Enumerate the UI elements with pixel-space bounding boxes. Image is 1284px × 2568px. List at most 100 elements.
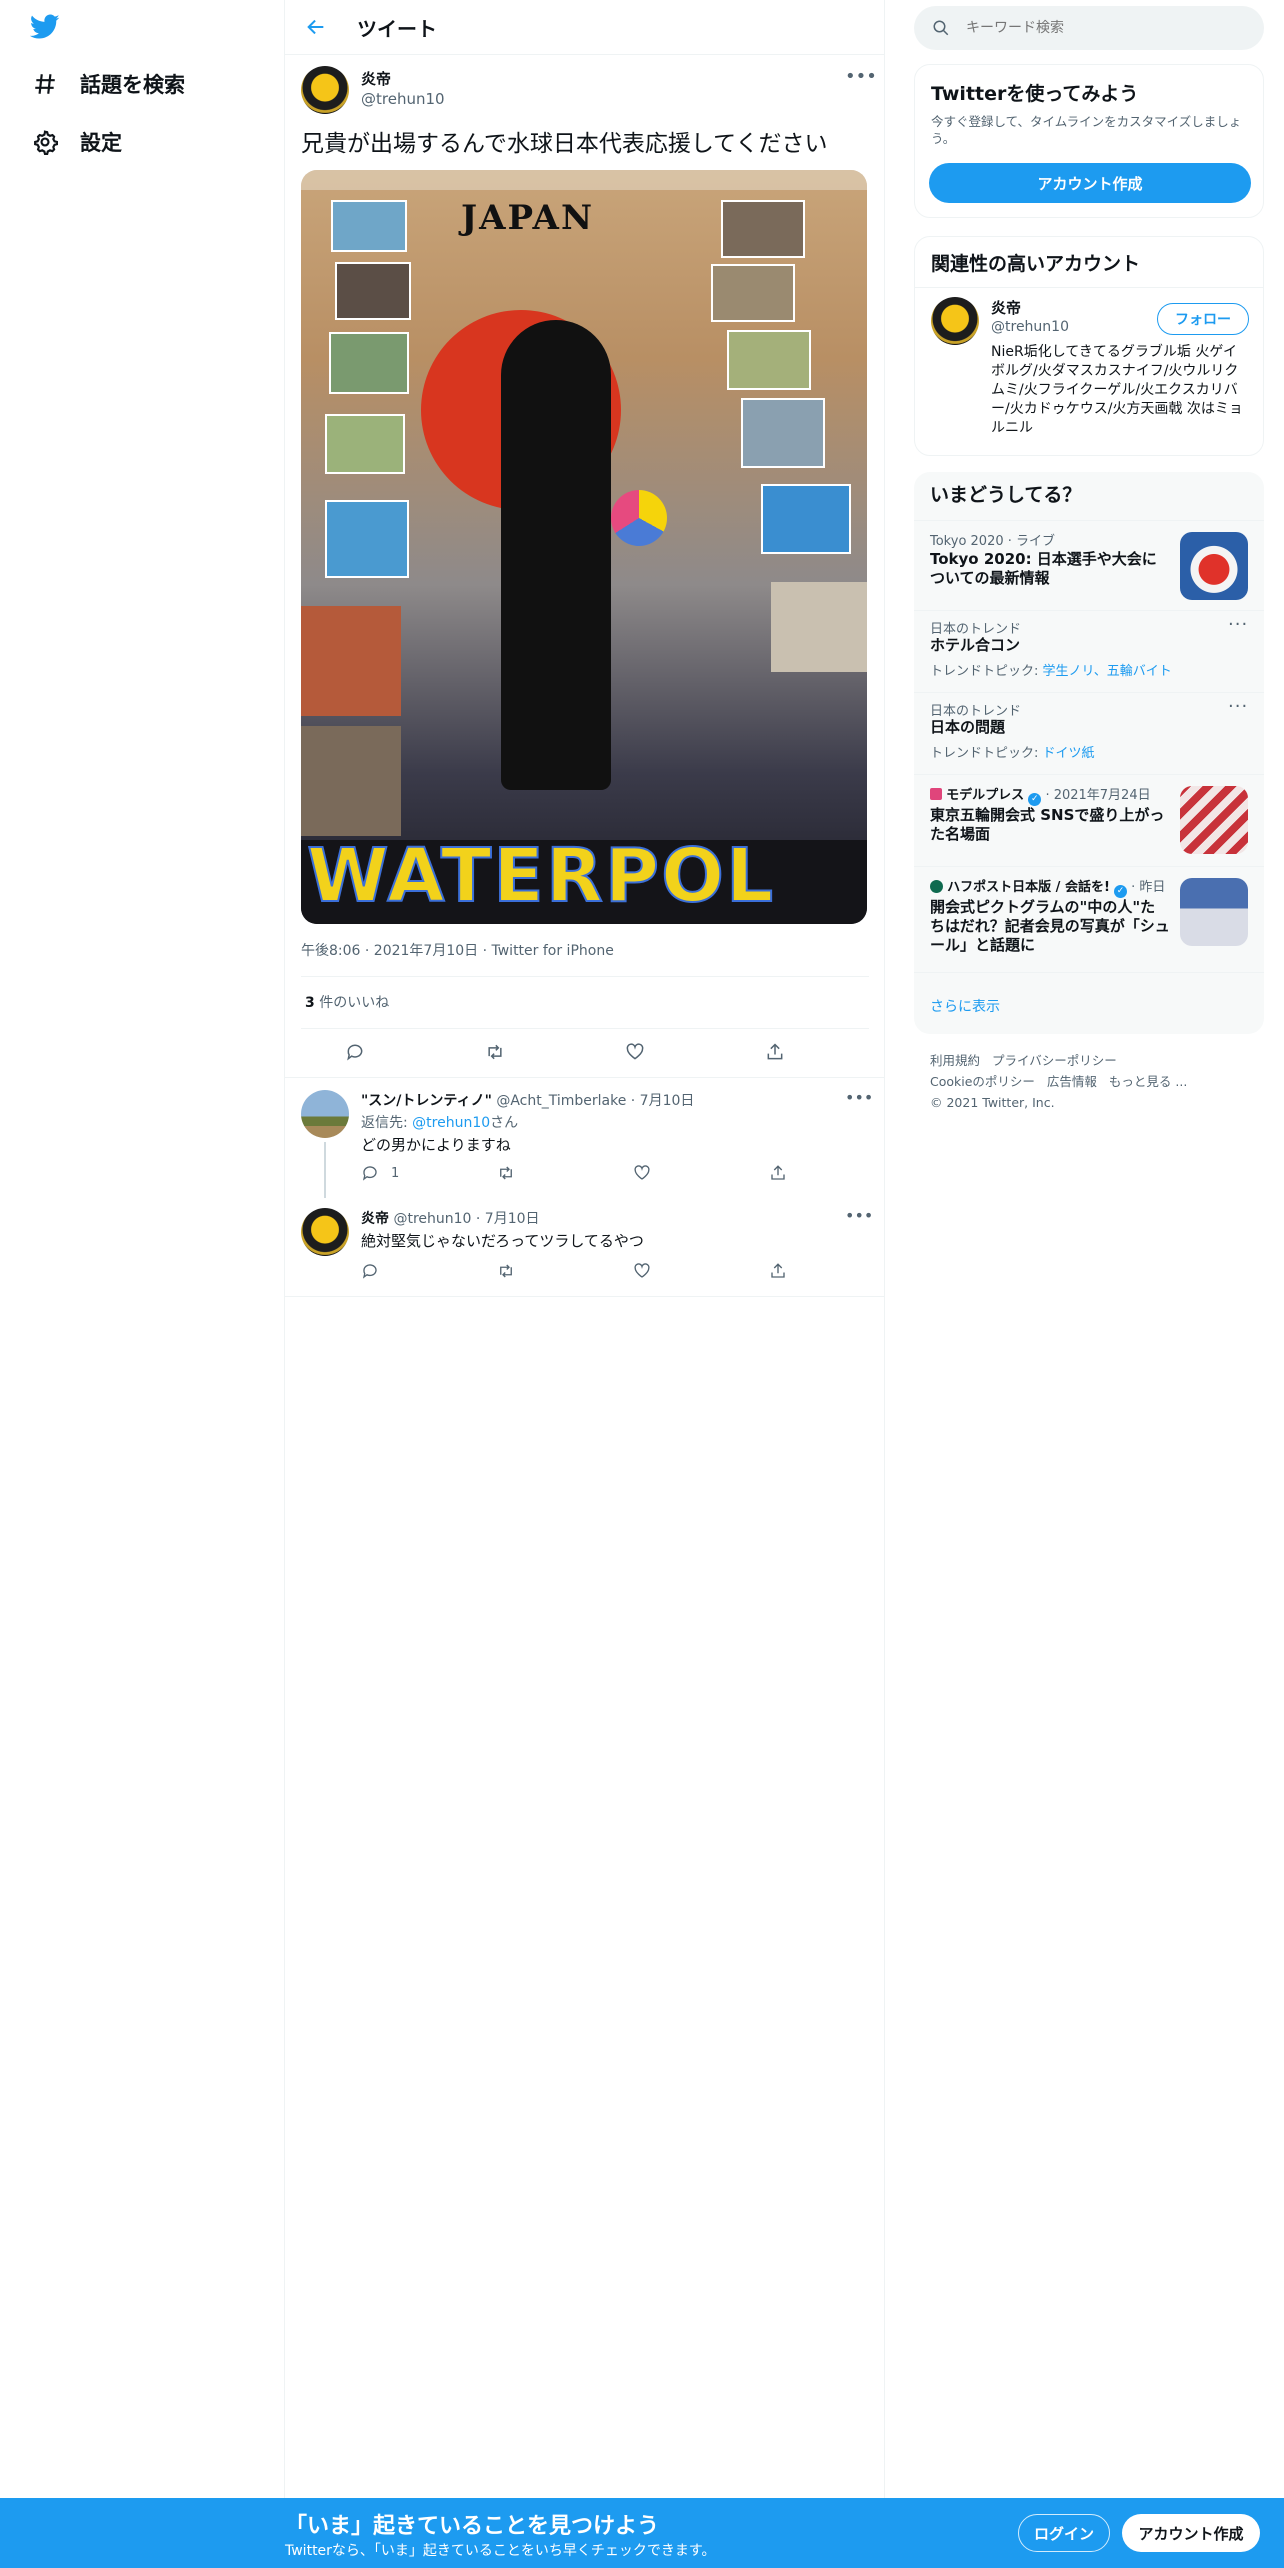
reply-button[interactable]: 1: [361, 1164, 399, 1182]
tweet-image[interactable]: JAPAN WATERPOL: [301, 170, 867, 924]
reply-icon[interactable]: [345, 1042, 365, 1066]
trend-item[interactable]: ハフポスト日本版 / 会話を! ✓ · 昨日 開会式ピクトグラムの"中の人"たち…: [914, 866, 1264, 972]
avatar[interactable]: [301, 1090, 349, 1138]
footer-link[interactable]: もっと見る ...: [1109, 1074, 1187, 1089]
main-column: ツイート 炎帝 @trehun10 ••• 兄貴が出場するんで水球日本代表応援し…: [285, 0, 885, 2498]
more-options-icon[interactable]: •••: [845, 1088, 873, 1107]
left-navigation: 話題を検索 設定: [0, 0, 285, 2498]
related-handle[interactable]: @trehun10: [991, 319, 1069, 335]
nav-settings[interactable]: 設定: [32, 120, 122, 164]
trend-topic-links[interactable]: 学生ノリ、五輪バイト: [1043, 664, 1172, 679]
like-icon[interactable]: [633, 1164, 651, 1186]
likes-number: 3: [305, 995, 315, 1011]
login-button[interactable]: ログイン: [1018, 2514, 1110, 2552]
reply-text: 絶対堅気じゃないだろってツラしてるやつ: [361, 1232, 644, 1250]
reply-author-name[interactable]: "スン/トレンティノ": [361, 1093, 492, 1109]
retweet-icon[interactable]: [497, 1262, 515, 1284]
avatar[interactable]: [301, 66, 349, 114]
footer-link[interactable]: 利用規約: [930, 1053, 980, 1068]
share-icon[interactable]: [765, 1042, 785, 1066]
footer-link[interactable]: プライバシーポリシー: [992, 1053, 1117, 1068]
trend-item[interactable]: モデルプレス ✓ · 2021年7月24日 東京五輪開会式 SNSで盛り上がった…: [914, 774, 1264, 866]
gear-icon: [34, 130, 58, 155]
trend-meta: Tokyo 2020 · ライブ: [930, 534, 1056, 549]
reply-author-handle[interactable]: @Acht_Timberlake: [496, 1093, 626, 1109]
trend-meta: · 2021年7月24日: [1045, 788, 1151, 803]
trend-thumbnail: [1180, 532, 1248, 600]
related-accounts-card: 関連性の高いアカウント 炎帝 @trehun10 フォロー NieR垢化してきて…: [914, 236, 1264, 456]
trend-item[interactable]: 日本のトレンド ホテル合コン トレンドトピック: 学生ノリ、五輪バイト ···: [914, 610, 1264, 692]
modelpress-logo-icon: [930, 788, 942, 800]
page-title: ツイート: [357, 17, 437, 41]
like-icon[interactable]: [625, 1042, 645, 1066]
trend-item[interactable]: Tokyo 2020 · ライブ Tokyo 2020: 日本選手や大会について…: [914, 520, 1264, 610]
search-icon: [933, 20, 949, 36]
reply-date[interactable]: · 7月10日: [476, 1211, 540, 1227]
more-options-icon[interactable]: •••: [845, 1206, 873, 1225]
related-title: 関連性の高いアカウント: [931, 253, 1141, 275]
related-name[interactable]: 炎帝: [991, 297, 1021, 318]
tweet-timestamp[interactable]: 午後8:06 · 2021年7月10日 · Twitter for iPhone: [301, 940, 614, 960]
nav-settings-label: 設定: [80, 131, 122, 155]
silhouette-shape: [501, 320, 611, 790]
like-icon[interactable]: [633, 1262, 651, 1284]
reply-icon[interactable]: [361, 1262, 379, 1284]
search-input[interactable]: [964, 14, 1244, 42]
show-more-link[interactable]: さらに表示: [930, 996, 1000, 1016]
trend-title: 開会式ピクトグラムの"中の人"たちはだれ？記者会見の写真が「シュール」と話題に: [930, 898, 1170, 954]
retweet-icon[interactable]: [485, 1042, 505, 1066]
image-waterpolo-text: WATERPOL: [306, 833, 776, 919]
tweet-author-name[interactable]: 炎帝: [361, 68, 391, 89]
reply-tweet[interactable]: "スン/トレンティノ" @Acht_Timberlake · 7月10日 •••…: [285, 1078, 885, 1198]
reply-to-handle[interactable]: @trehun10: [412, 1115, 490, 1131]
reply-to-line: 返信先: @trehun10さん: [361, 1115, 519, 1131]
follow-button[interactable]: フォロー: [1157, 303, 1249, 335]
signup-title: Twitterを使ってみよう: [931, 83, 1139, 105]
more-options-icon[interactable]: ···: [1228, 696, 1248, 717]
more-options-icon[interactable]: ···: [1228, 614, 1248, 635]
huffpost-logo-icon: [930, 880, 943, 893]
footer-links: 利用規約 プライバシーポリシー Cookieのポリシー 広告情報 もっと見る .…: [930, 1050, 1260, 1113]
reply-icon: [362, 1166, 377, 1181]
verified-badge-icon: ✓: [1114, 885, 1128, 898]
reply-tweet[interactable]: 炎帝 @trehun10 · 7月10日 ••• 絶対堅気じゃないだろってツラし…: [285, 1196, 885, 1296]
trend-source: ハフポスト日本版 / 会話を!: [947, 880, 1110, 895]
avatar[interactable]: [301, 1208, 349, 1256]
reply-date[interactable]: · 7月10日: [631, 1093, 695, 1109]
footer-link[interactable]: Cookieのポリシー: [930, 1074, 1035, 1089]
reply-actions: [361, 1262, 861, 1282]
trend-item[interactable]: 日本のトレンド 日本の問題 トレンドトピック: ドイツ紙 ···: [914, 692, 1264, 774]
create-account-button[interactable]: アカウント作成: [929, 163, 1251, 203]
reply-author-name[interactable]: 炎帝: [361, 1211, 389, 1227]
reply-author-handle[interactable]: @trehun10: [393, 1211, 471, 1227]
trend-thumbnail: [1180, 786, 1248, 854]
trend-thumbnail: [1180, 878, 1248, 946]
search-box[interactable]: [914, 6, 1264, 50]
signup-button[interactable]: アカウント作成: [1122, 2514, 1260, 2552]
water-polo-ball: [611, 490, 667, 546]
trend-meta: 日本のトレンド: [930, 704, 1022, 719]
share-icon[interactable]: [769, 1164, 787, 1186]
trends-card: いまどうしてる？ Tokyo 2020 · ライブ Tokyo 2020: 日本…: [914, 472, 1264, 1034]
trend-topic-links[interactable]: ドイツ紙: [1043, 746, 1095, 761]
related-bio: NieR垢化してきてるグラブル垢 火ゲイボルグ/火ダマスカスナイフ/火ウルリクム…: [991, 344, 1243, 436]
twitter-logo-icon[interactable]: [29, 14, 60, 44]
more-options-icon[interactable]: •••: [845, 66, 877, 87]
footer-link[interactable]: 広告情報: [1047, 1074, 1097, 1089]
signup-desc: 今すぐ登録して、タイムラインをカスタマイズしましょう。: [931, 114, 1242, 146]
trend-title: 日本の問題: [930, 718, 1006, 736]
retweet-icon[interactable]: [497, 1164, 515, 1186]
tweet-author-handle[interactable]: @trehun10: [361, 90, 445, 108]
nav-explore[interactable]: 話題を検索: [32, 62, 185, 106]
hashtag-icon: [35, 74, 55, 94]
avatar[interactable]: [931, 297, 979, 345]
verified-badge-icon: ✓: [1028, 793, 1042, 806]
copyright: © 2021 Twitter, Inc.: [930, 1095, 1055, 1110]
page-header: ツイート: [285, 0, 885, 55]
share-icon[interactable]: [769, 1262, 787, 1284]
trend-topics: トレンドトピック: ドイツ紙: [930, 746, 1095, 761]
likes-count[interactable]: 3 件のいいね: [305, 992, 389, 1012]
back-arrow-icon[interactable]: [305, 16, 327, 42]
image-japan-text: JAPAN: [461, 198, 595, 238]
reply-count: 1: [391, 1165, 400, 1181]
